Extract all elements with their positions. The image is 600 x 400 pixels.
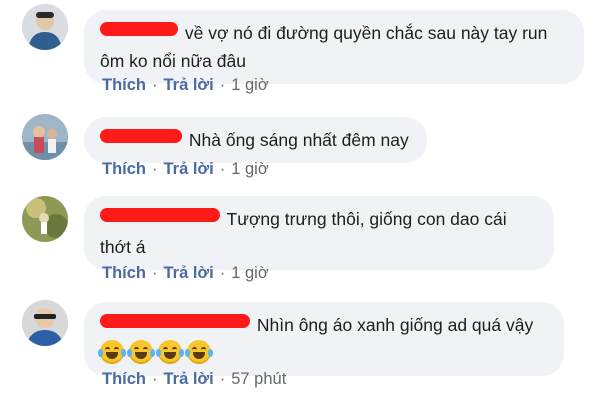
- separator-dot: ·: [219, 76, 226, 94]
- separator-dot: ·: [219, 370, 226, 388]
- comment-timestamp[interactable]: 1 giờ: [231, 264, 268, 283]
- comment-timestamp[interactable]: 1 giờ: [231, 76, 268, 95]
- reply-link[interactable]: Trả lời: [164, 370, 214, 389]
- separator-dot: ·: [152, 160, 158, 178]
- separator-dot: ·: [152, 370, 158, 388]
- laughing-tears-emoji: [156, 340, 184, 364]
- separator-dot: ·: [152, 76, 158, 94]
- avatar[interactable]: [22, 4, 68, 50]
- emoji-group: [98, 340, 216, 364]
- reply-link[interactable]: Trả lời: [164, 264, 214, 283]
- comment-bubble: Tượng trưng thôi, giống con dao cái thớt…: [84, 196, 554, 270]
- reply-link[interactable]: Trả lời: [164, 160, 214, 179]
- comment-bubble: Nhìn ông áo xanh giống ad quá vậy: [84, 302, 564, 376]
- separator-dot: ·: [219, 264, 226, 282]
- avatar[interactable]: [22, 114, 68, 160]
- separator-dot: ·: [219, 160, 226, 178]
- comment-actions: Thích · Trả lời · 1 giờ: [102, 76, 269, 95]
- reply-link[interactable]: Trả lời: [164, 76, 214, 95]
- avatar-image: [22, 4, 68, 50]
- like-link[interactable]: Thích: [102, 264, 146, 283]
- like-link[interactable]: Thích: [102, 370, 146, 389]
- separator-dot: ·: [152, 264, 158, 282]
- avatar[interactable]: [22, 300, 68, 346]
- laughing-tears-emoji: [185, 340, 213, 364]
- comment-actions: Thích · Trả lời · 1 giờ: [102, 160, 269, 179]
- comment-actions: Thích · Trả lời · 57 phút: [102, 370, 286, 389]
- comment-text: Nhà ống sáng nhất đêm nay: [188, 130, 409, 150]
- comment-actions: Thích · Trả lời · 1 giờ: [102, 264, 269, 283]
- like-link[interactable]: Thích: [102, 160, 146, 179]
- avatar-image: [22, 196, 68, 242]
- laughing-tears-emoji: [127, 340, 155, 364]
- comment-timestamp[interactable]: 57 phút: [231, 370, 286, 389]
- redacted-username: [100, 314, 250, 328]
- laughing-tears-emoji: [98, 340, 126, 364]
- avatar[interactable]: [22, 196, 68, 242]
- avatar-image: [22, 114, 68, 160]
- redacted-username: [100, 208, 220, 222]
- comment-bubble: về vợ nó đi đường quyền chắc sau này tay…: [84, 10, 584, 84]
- comment-timestamp[interactable]: 1 giờ: [231, 160, 268, 179]
- redacted-username: [100, 22, 178, 36]
- redacted-username: [100, 129, 182, 143]
- comment-bubble: Nhà ống sáng nhất đêm nay: [84, 117, 427, 163]
- avatar-image: [22, 300, 68, 346]
- comment-text: Nhìn ông áo xanh giống ad quá vậy: [256, 315, 534, 335]
- like-link[interactable]: Thích: [102, 76, 146, 95]
